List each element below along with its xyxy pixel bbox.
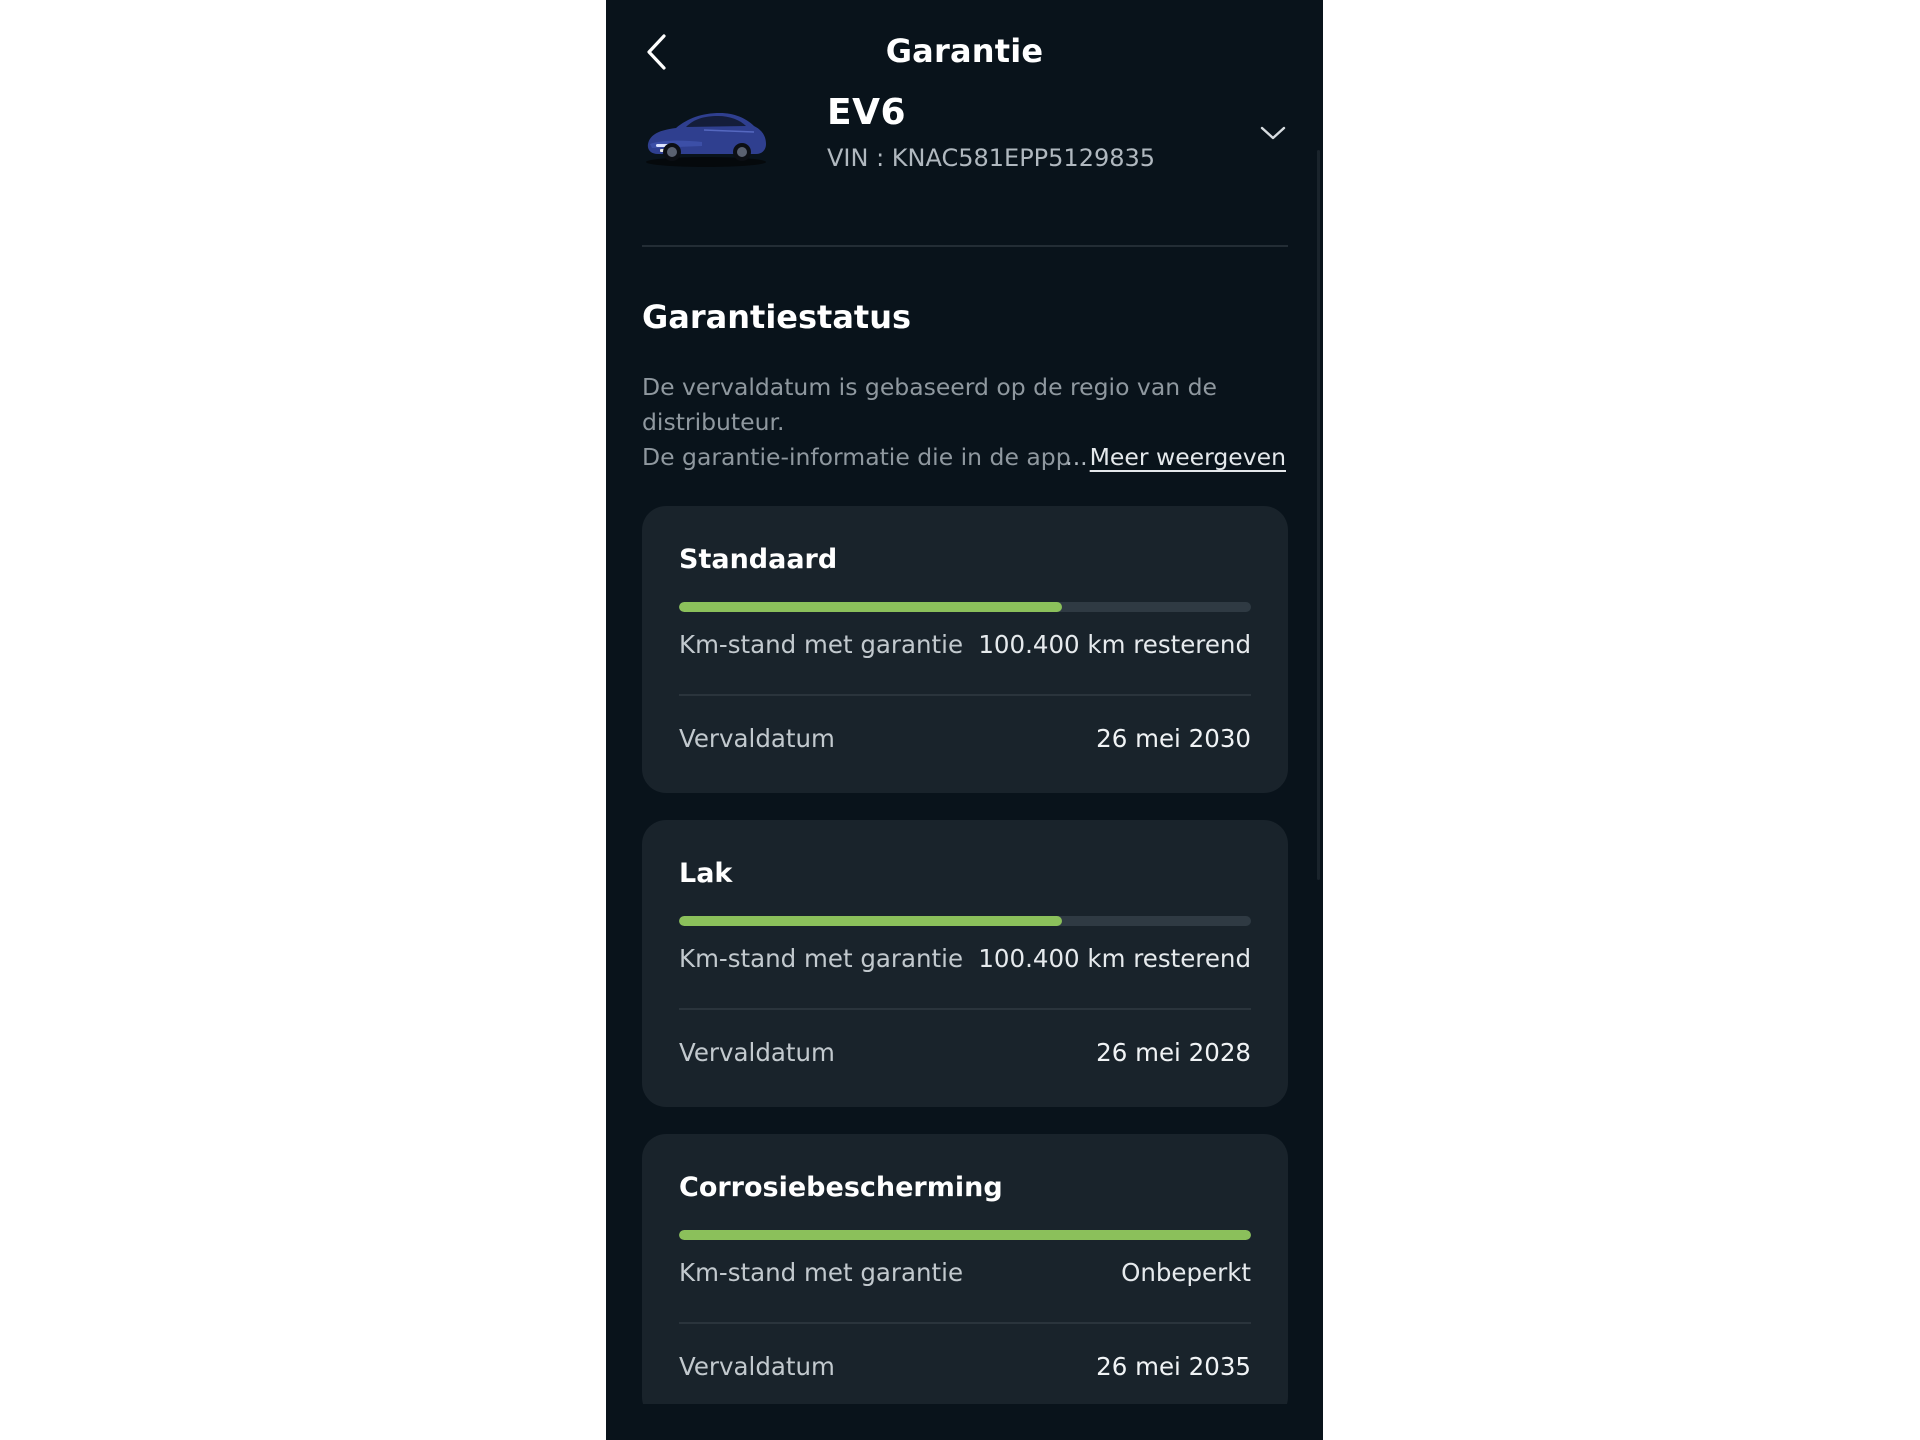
chevron-down-icon xyxy=(1260,126,1286,140)
description-line-3-wrap: De garantie-informatie die in de app ...… xyxy=(642,440,1288,475)
mileage-value: 100.400 km resterend xyxy=(978,944,1251,973)
app-screen: Garantie EV6 VIN : KNAC581EPP5129835 Gar… xyxy=(606,0,1323,1440)
warranty-description: De vervaldatum is gebaseerd op de regio … xyxy=(642,370,1288,475)
description-line-2: distributeur. xyxy=(642,408,785,436)
mileage-value: Onbeperkt xyxy=(1121,1258,1251,1287)
vehicle-name: EV6 xyxy=(827,92,907,133)
show-more-ellipsis: ... xyxy=(1065,443,1088,471)
warranty-card-standaard: Standaard Km-stand met garantie 100.400 … xyxy=(642,506,1288,793)
expiry-row: Vervaldatum 26 mei 2028 xyxy=(679,1038,1251,1072)
warranty-card-corrosiebescherming: Corrosiebescherming Km-stand met garanti… xyxy=(642,1134,1288,1421)
mileage-progress-fill xyxy=(679,602,1063,612)
expiry-value: 26 mei 2035 xyxy=(1096,1352,1251,1381)
mileage-progress-fill xyxy=(679,1230,1251,1240)
mileage-label: Km-stand met garantie xyxy=(679,944,964,973)
expiry-value: 26 mei 2028 xyxy=(1096,1038,1251,1067)
divider xyxy=(679,1322,1251,1324)
page-title: Garantie xyxy=(885,32,1044,70)
description-line-3: De garantie-informatie die in de app xyxy=(642,443,1071,471)
expiry-label: Vervaldatum xyxy=(679,1038,835,1067)
warranty-title: Standaard xyxy=(679,544,838,575)
divider xyxy=(642,245,1288,247)
warranty-title: Lak xyxy=(679,858,733,889)
description-line-1: De vervaldatum is gebaseerd op de regio … xyxy=(642,373,1217,401)
section-title: Garantiestatus xyxy=(642,298,912,336)
mileage-label: Km-stand met garantie xyxy=(679,630,964,659)
mileage-row: Km-stand met garantie 100.400 km restere… xyxy=(679,630,1251,664)
mileage-row: Km-stand met garantie Onbeperkt xyxy=(679,1258,1251,1292)
divider xyxy=(679,1008,1251,1010)
expiry-row: Vervaldatum 26 mei 2035 xyxy=(679,1352,1251,1386)
show-more-label: Meer weergeven xyxy=(1089,443,1286,471)
mileage-progress-bar xyxy=(679,916,1251,926)
expiry-row: Vervaldatum 26 mei 2030 xyxy=(679,724,1251,758)
expiry-label: Vervaldatum xyxy=(679,724,835,753)
warranty-card-lak: Lak Km-stand met garantie 100.400 km res… xyxy=(642,820,1288,1107)
car-icon xyxy=(646,113,766,167)
expiry-label: Vervaldatum xyxy=(679,1352,835,1381)
bottom-fade xyxy=(606,1404,1323,1440)
mileage-label: Km-stand met garantie xyxy=(679,1258,964,1287)
warranty-title: Corrosiebescherming xyxy=(679,1172,1003,1203)
divider xyxy=(679,694,1251,696)
vehicle-selector[interactable]: EV6 VIN : KNAC581EPP5129835 xyxy=(642,88,1288,178)
vehicle-dropdown-toggle[interactable] xyxy=(1258,120,1288,146)
mileage-progress-bar xyxy=(679,602,1251,612)
scrollbar[interactable] xyxy=(1317,150,1320,880)
mileage-progress-bar xyxy=(679,1230,1251,1240)
mileage-progress-fill xyxy=(679,916,1063,926)
expiry-value: 26 mei 2030 xyxy=(1096,724,1251,753)
vehicle-vin: VIN : KNAC581EPP5129835 xyxy=(827,144,1156,172)
mileage-row: Km-stand met garantie 100.400 km restere… xyxy=(679,944,1251,978)
mileage-value: 100.400 km resterend xyxy=(978,630,1251,659)
show-more-link[interactable]: ...Meer weergeven xyxy=(1065,440,1286,475)
